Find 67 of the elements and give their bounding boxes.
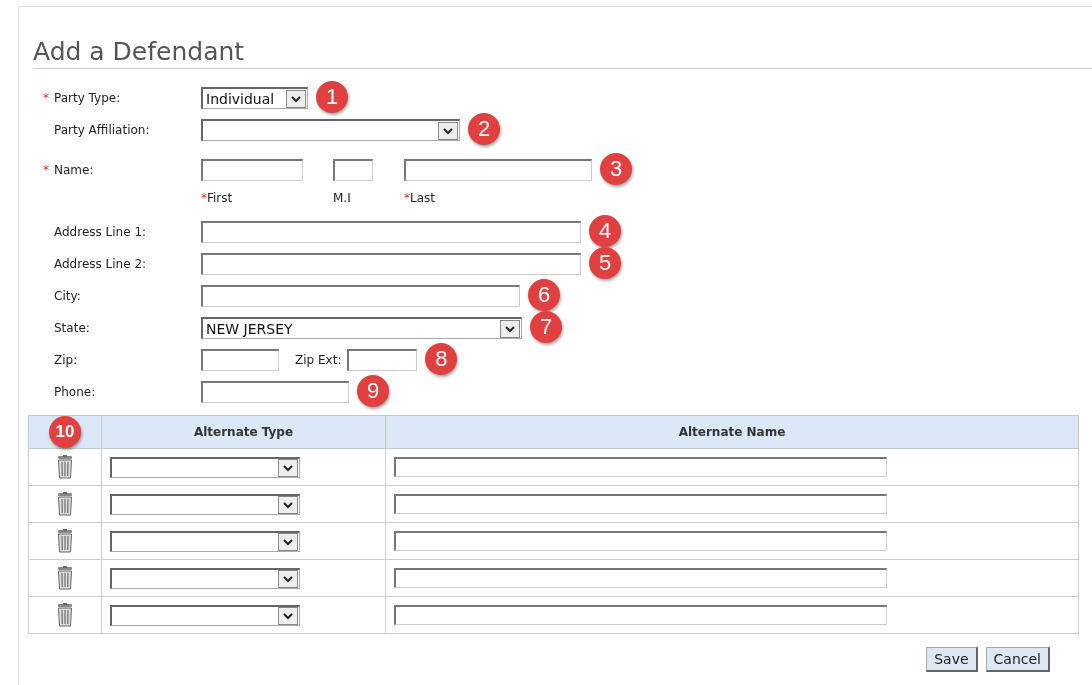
- column-header: Alternate Type: [101, 415, 386, 449]
- trash-icon[interactable]: [55, 603, 75, 627]
- dropdown[interactable]: [110, 493, 300, 515]
- field-label: Name:: [54, 163, 94, 177]
- field-caption: M.I: [333, 191, 351, 205]
- field-label: Party Type:: [54, 91, 121, 105]
- text-field[interactable]: [201, 221, 581, 243]
- chevron-down-icon: [278, 606, 298, 625]
- text-field[interactable]: [394, 531, 887, 551]
- text-field[interactable]: [394, 494, 887, 514]
- dropdown[interactable]: NEW JERSEY: [201, 317, 522, 339]
- dropdown[interactable]: [110, 456, 300, 478]
- text-field[interactable]: [394, 568, 887, 588]
- chevron-down-icon: [278, 569, 298, 588]
- text-field[interactable]: [201, 253, 581, 275]
- required-mark: *: [201, 191, 207, 205]
- field-caption: First: [207, 191, 233, 205]
- zip-ext-field[interactable]: [347, 349, 418, 371]
- callout-marker: 10: [49, 416, 81, 448]
- field-label: Address Line 1:: [54, 225, 147, 239]
- field-label: Address Line 2:: [54, 257, 147, 271]
- dropdown[interactable]: [110, 567, 300, 589]
- field-label: Party Affiliation:: [54, 123, 150, 137]
- trash-icon[interactable]: [55, 529, 75, 553]
- text-field[interactable]: [201, 285, 520, 307]
- callout-marker: 4: [589, 215, 621, 247]
- callout-marker: 7: [530, 311, 562, 343]
- callout-marker: 3: [600, 153, 632, 185]
- chevron-down-icon: [278, 532, 298, 551]
- name-field[interactable]: [404, 159, 592, 181]
- callout-marker: 8: [425, 343, 458, 375]
- field-caption: Last: [410, 191, 435, 205]
- text-field[interactable]: [394, 457, 887, 477]
- trash-icon[interactable]: [55, 455, 75, 479]
- chevron-down-icon: [286, 89, 306, 108]
- callout-marker: 6: [528, 279, 560, 311]
- name-field[interactable]: [201, 159, 303, 181]
- chevron-down-icon: [438, 121, 458, 140]
- dropdown[interactable]: [110, 530, 300, 552]
- form-button[interactable]: Cancel: [985, 647, 1050, 672]
- required-mark: *: [404, 191, 410, 205]
- trash-icon[interactable]: [55, 492, 75, 516]
- field-label: State:: [54, 321, 90, 335]
- page-title: Add a Defendant: [33, 37, 1092, 69]
- field-label: City:: [54, 289, 81, 303]
- text-field[interactable]: [201, 381, 349, 403]
- dropdown[interactable]: [110, 604, 300, 626]
- dropdown[interactable]: [201, 119, 460, 141]
- callout-marker: 2: [468, 113, 500, 145]
- required-mark: *: [43, 91, 50, 105]
- chevron-down-icon: [278, 458, 298, 477]
- chevron-down-icon: [278, 495, 298, 514]
- name-field[interactable]: [333, 159, 373, 181]
- chevron-down-icon: [500, 319, 520, 338]
- field-label: Phone:: [54, 385, 96, 399]
- trash-icon[interactable]: [55, 566, 75, 590]
- callout-marker: 9: [357, 375, 389, 407]
- field-label: Zip:: [54, 353, 78, 367]
- text-field[interactable]: [394, 605, 887, 625]
- field-label: Zip Ext:: [295, 353, 342, 367]
- required-mark: *: [43, 163, 50, 177]
- form-button[interactable]: Save: [926, 647, 978, 672]
- callout-marker: 5: [589, 247, 621, 279]
- dropdown[interactable]: Individual: [201, 87, 308, 109]
- column-header: Alternate Name: [385, 415, 1079, 449]
- zip-field[interactable]: [201, 349, 279, 371]
- callout-marker: 1: [316, 81, 348, 113]
